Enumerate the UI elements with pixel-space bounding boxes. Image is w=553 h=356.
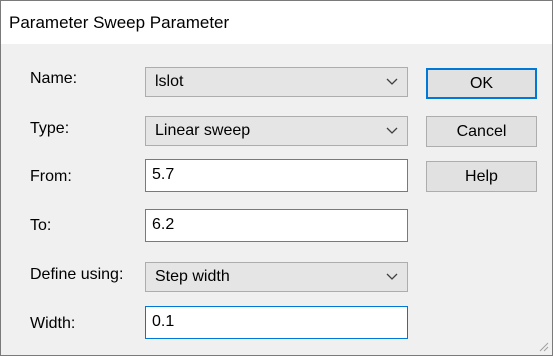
type-dropdown[interactable]: Linear sweep <box>145 116 408 146</box>
width-input-value: 0.1 <box>152 313 175 330</box>
title-bar[interactable]: Parameter Sweep Parameter <box>1 1 552 44</box>
chevron-down-icon <box>386 127 398 134</box>
type-dropdown-value: Linear sweep <box>155 122 251 139</box>
width-label: Width: <box>30 315 76 332</box>
define-using-dropdown[interactable]: Step width <box>145 262 408 292</box>
from-label: From: <box>30 168 72 185</box>
to-input-value: 6.2 <box>152 216 175 233</box>
dialog-title: Parameter Sweep Parameter <box>9 13 230 32</box>
from-input[interactable]: 5.7 <box>145 159 408 192</box>
ok-button[interactable]: OK <box>426 68 537 99</box>
cancel-button[interactable]: Cancel <box>426 116 537 147</box>
width-input[interactable]: 0.1 <box>145 306 408 339</box>
name-label: Name: <box>30 70 78 87</box>
from-input-value: 5.7 <box>152 166 175 183</box>
parameter-sweep-dialog: Parameter Sweep Parameter Name: lslot Ty… <box>0 0 553 356</box>
help-button[interactable]: Help <box>426 161 537 192</box>
name-dropdown[interactable]: lslot <box>145 67 408 97</box>
name-dropdown-value: lslot <box>155 73 184 90</box>
type-label: Type: <box>30 120 70 137</box>
chevron-down-icon <box>386 273 398 280</box>
resize-grip-icon[interactable] <box>537 340 549 352</box>
define-using-label: Define using: <box>30 266 124 283</box>
define-using-dropdown-value: Step width <box>155 268 230 285</box>
to-input[interactable]: 6.2 <box>145 209 408 242</box>
chevron-down-icon <box>386 78 398 85</box>
to-label: To: <box>30 217 52 234</box>
